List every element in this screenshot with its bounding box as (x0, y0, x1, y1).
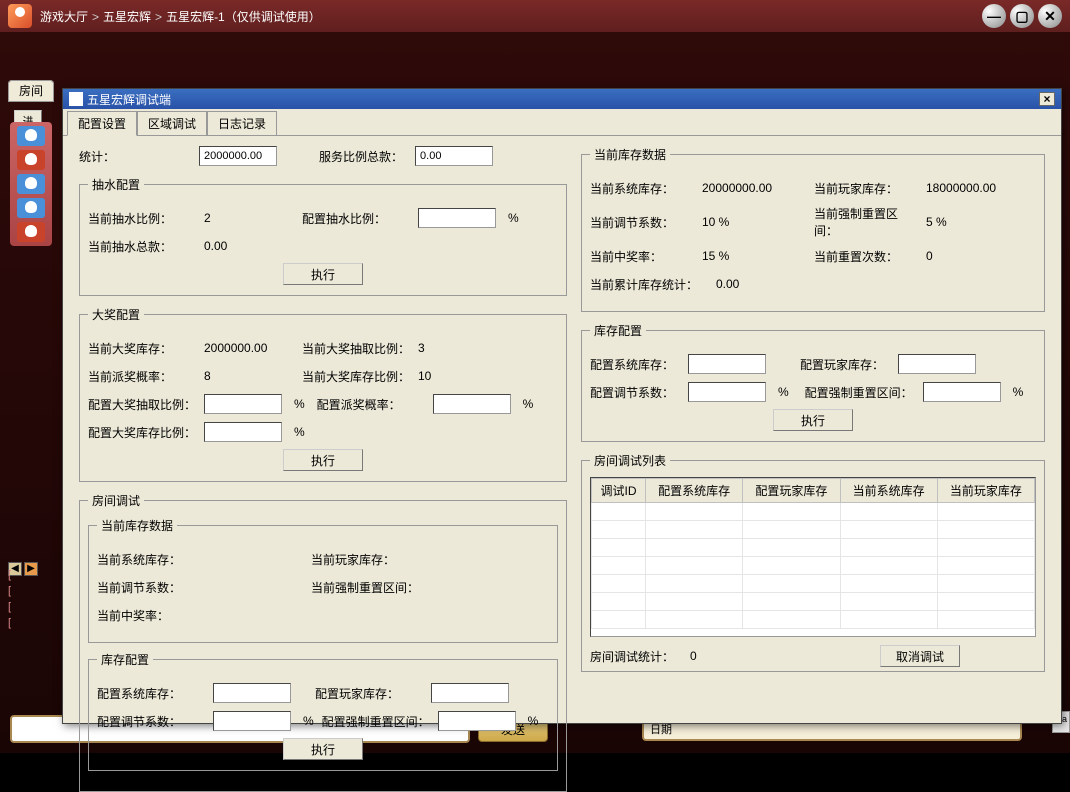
modal-close-button[interactable]: × (1039, 92, 1055, 106)
drain-legend: 抽水配置 (88, 176, 144, 193)
cfg-prize-draw-input[interactable] (204, 394, 282, 414)
avatar[interactable] (17, 126, 45, 146)
bg-left-list: [[[[ (8, 567, 11, 631)
avatar[interactable] (17, 198, 45, 218)
debug-modal: 五星宏辉调试端 × 配置设置 区域调试 日志记录 统计： 服务比例总款： (62, 88, 1062, 724)
table-row (592, 557, 1035, 575)
bg-sidebar (10, 122, 52, 246)
modal-icon (69, 92, 83, 106)
scroll-right-icon[interactable]: ▶ (24, 562, 38, 576)
cfg-prize-rate-input[interactable] (433, 394, 511, 414)
tab-log[interactable]: 日志记录 (207, 111, 277, 135)
prize-exec-button[interactable]: 执行 (283, 449, 363, 471)
room-list-fieldset: 房间调试列表 调试ID 配置系统库存 配置玩家库存 当前系统库存 当前玩家库存 (581, 452, 1045, 672)
cfg-exec-button[interactable]: 执行 (773, 409, 853, 431)
room-list-total: 0 (690, 649, 697, 663)
ratio-label: 服务比例总款： (319, 148, 403, 165)
room-exec-button[interactable]: 执行 (283, 738, 363, 760)
bg-tab-room[interactable]: 房间 (8, 80, 54, 102)
cfg-player-stock-input[interactable] (898, 354, 976, 374)
room-legend: 房间调试 (88, 492, 144, 509)
cur-drain-ratio-label: 当前抽水比例： (88, 210, 196, 227)
cfg-reset-input[interactable] (923, 382, 1001, 402)
cancel-debug-button[interactable]: 取消调试 (880, 645, 960, 667)
room-cfg-fieldset: 库存配置 配置系统库存： 配置玩家库存： 配置调节系数： % 配置强制重置区间： (88, 651, 558, 771)
room-stock-fieldset: 当前库存数据 当前系统库存： 当前玩家库存： 当前调节系数： 当前强制重置区间：… (88, 517, 558, 643)
modal-title: 五星宏辉调试端 (87, 91, 171, 108)
table-row (592, 575, 1035, 593)
avatar[interactable] (17, 174, 45, 194)
avatar[interactable] (17, 150, 45, 170)
cur-drain-ratio: 2 (204, 211, 294, 225)
room-list-table[interactable]: 调试ID 配置系统库存 配置玩家库存 当前系统库存 当前玩家库存 (590, 477, 1036, 637)
outer-titlebar: 游戏大厅>五星宏辉>五星宏辉-1（仅供调试使用） — ▢ ✕ (0, 0, 1070, 32)
cfg-stock-fieldset: 库存配置 配置系统库存： 配置玩家库存： 配置调节系数： % 配置强制重置区间：… (581, 322, 1045, 442)
app-icon (8, 4, 32, 28)
cfg-sys-stock-input[interactable] (688, 354, 766, 374)
room-cfg-adj-input[interactable] (213, 711, 291, 731)
modal-titlebar: 五星宏辉调试端 × (63, 89, 1061, 109)
cfg-drain-ratio-input[interactable] (418, 208, 496, 228)
room-fieldset: 房间调试 当前库存数据 当前系统库存： 当前玩家库存： 当前调节系数： 当前强制… (79, 492, 567, 792)
cfg-drain-ratio-label: 配置抽水比例： (302, 210, 410, 227)
cfg-prize-stock-input[interactable] (204, 422, 282, 442)
modal-tabs: 配置设置 区域调试 日志记录 (63, 109, 1061, 136)
avatar[interactable] (17, 222, 45, 242)
minimize-button[interactable]: — (982, 4, 1006, 28)
cur-drain-total-label: 当前抽水总款： (88, 238, 196, 255)
prize-fieldset: 大奖配置 当前大奖库存： 2000000.00 当前大奖抽取比例： 3 当前派奖… (79, 306, 567, 482)
drain-fieldset: 抽水配置 当前抽水比例： 2 配置抽水比例： % 当前抽水总款： 0.00 执行 (79, 176, 567, 296)
table-row (592, 539, 1035, 557)
room-cfg-reset-input[interactable] (438, 711, 516, 731)
drain-exec-button[interactable]: 执行 (283, 263, 363, 285)
room-cfg-player-input[interactable] (431, 683, 509, 703)
cfg-adj-input[interactable] (688, 382, 766, 402)
table-row (592, 503, 1035, 521)
prize-legend: 大奖配置 (88, 306, 144, 323)
breadcrumb: 游戏大厅>五星宏辉>五星宏辉-1（仅供调试使用） (40, 8, 982, 25)
stats-value (199, 146, 277, 166)
room-cfg-sys-input[interactable] (213, 683, 291, 703)
close-button[interactable]: ✕ (1038, 4, 1062, 28)
ratio-value (415, 146, 493, 166)
stats-label: 统计： (79, 148, 115, 165)
room-list-total-label: 房间调试统计： (590, 648, 674, 665)
tab-region[interactable]: 区域调试 (137, 111, 207, 135)
cur-stock-fieldset: 当前库存数据 当前系统库存： 20000000.00 当前玩家库存： 18000… (581, 146, 1045, 312)
tab-config[interactable]: 配置设置 (67, 111, 137, 136)
table-row (592, 593, 1035, 611)
table-row (592, 521, 1035, 539)
restore-button[interactable]: ▢ (1010, 4, 1034, 28)
cur-drain-total: 0.00 (204, 239, 294, 253)
table-row (592, 611, 1035, 629)
